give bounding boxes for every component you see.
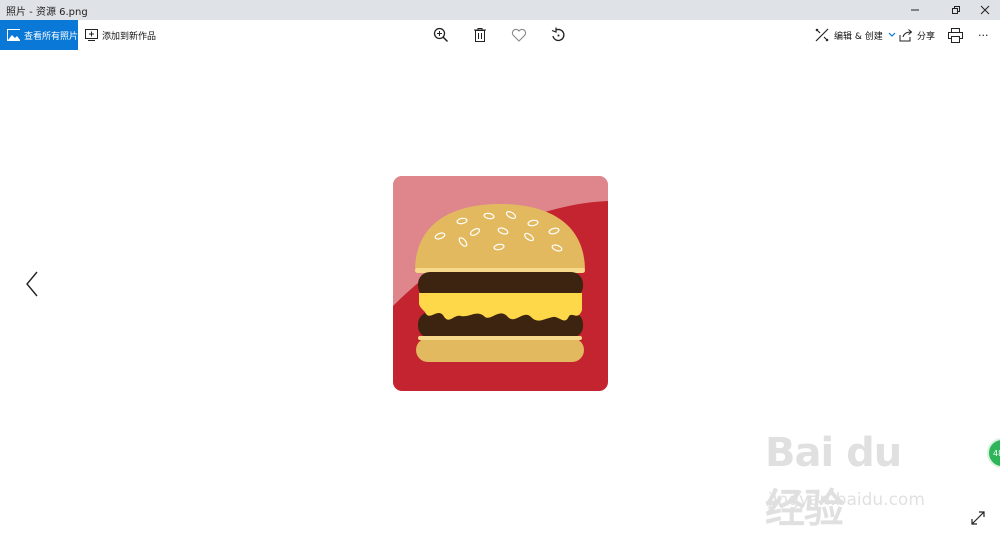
- edit-create-label: 编辑 & 创建: [834, 31, 883, 42]
- more-button[interactable]: ···: [978, 20, 989, 50]
- chevron-left-icon: [26, 271, 38, 297]
- fullscreen-button[interactable]: [969, 509, 987, 527]
- restore-button[interactable]: [941, 0, 971, 20]
- rotate-button[interactable]: [548, 20, 568, 50]
- favorite-icon: [509, 25, 529, 45]
- window-title: 照片 - 资源 6.png: [6, 7, 88, 18]
- toolbar: 查看所有照片 添加到新作品 编辑 & 创建 分享 ···: [0, 20, 1000, 50]
- share-icon: [899, 28, 913, 41]
- rotate-icon: [548, 25, 568, 45]
- watermark-brand: Bai du 经验: [765, 430, 902, 532]
- view-all-photos-label: 查看所有照片: [23, 31, 78, 42]
- add-creation-icon: [85, 29, 98, 41]
- print-icon: [945, 25, 965, 45]
- hamburger-illustration: [393, 176, 608, 391]
- share-label: 分享: [917, 31, 936, 42]
- minimize-icon: [911, 9, 919, 11]
- baidu-watermark: Bai du 经验 jingyan.baidu.com: [760, 425, 950, 532]
- expand-icon: [971, 511, 985, 525]
- minimize-button[interactable]: [900, 0, 930, 20]
- zoom-in-icon: [431, 25, 451, 45]
- floating-badge[interactable]: 48: [987, 438, 1000, 468]
- close-icon: [980, 5, 990, 15]
- share-button[interactable]: 分享: [899, 20, 935, 50]
- view-all-photos-button[interactable]: 查看所有照片: [0, 20, 78, 50]
- restore-icon: [952, 6, 960, 14]
- print-button[interactable]: [945, 20, 965, 50]
- edit-create-button[interactable]: 编辑 & 创建: [815, 20, 896, 50]
- more-icon: ···: [978, 28, 989, 42]
- edit-create-icon: [815, 28, 829, 42]
- displayed-photo: [393, 176, 608, 391]
- delete-button[interactable]: [470, 20, 490, 50]
- badge-text: 48: [993, 448, 1000, 458]
- close-button[interactable]: [970, 0, 1000, 20]
- delete-icon: [470, 25, 490, 45]
- add-to-creation-button[interactable]: 添加到新作品: [85, 20, 156, 50]
- watermark-url: jingyan.baidu.com: [768, 490, 925, 510]
- previous-photo-button[interactable]: [20, 268, 44, 300]
- favorite-button[interactable]: [509, 20, 529, 50]
- chevron-down-icon: [888, 32, 896, 37]
- photo-icon: [7, 29, 20, 41]
- add-to-creation-label: 添加到新作品: [102, 31, 157, 42]
- title-bar: 照片 - 资源 6.png: [0, 0, 1000, 20]
- zoom-in-button[interactable]: [431, 20, 451, 50]
